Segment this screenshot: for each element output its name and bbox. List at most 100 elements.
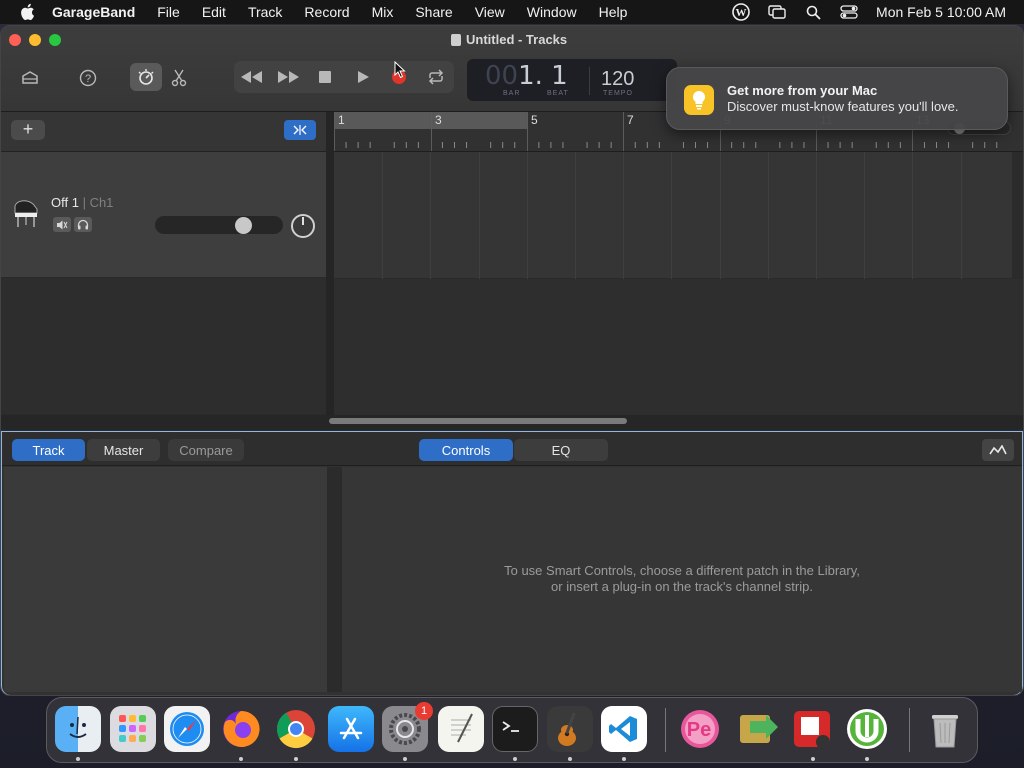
finder-icon[interactable] (55, 706, 101, 752)
smart-controls-message-line1: To use Smart Controls, choose a differen… (504, 563, 860, 578)
grid-line (575, 152, 576, 279)
window-title: Untitled - Tracks (451, 32, 567, 47)
dock-separator (665, 708, 666, 752)
region-filter-icon[interactable] (284, 120, 316, 140)
safari-icon[interactable] (164, 706, 210, 752)
dock-running-indicator (568, 757, 572, 761)
wordpress-status-icon[interactable]: W (732, 3, 750, 21)
scissors-editors-icon[interactable] (164, 64, 194, 92)
menu-share[interactable]: Share (415, 4, 452, 20)
volume-slider[interactable] (155, 216, 283, 234)
apple-logo-icon[interactable] (16, 1, 38, 23)
mute-button[interactable] (53, 217, 71, 232)
mouse-pointer-icon (394, 60, 406, 82)
menubar-clock[interactable]: Mon Feb 5 10:00 AM (876, 4, 1006, 20)
launchpad-icon[interactable] (110, 706, 156, 752)
play-button[interactable] (348, 63, 378, 91)
grid-line (719, 152, 721, 279)
tab-track[interactable]: Track (12, 439, 85, 461)
fullscreen-window-button[interactable] (49, 34, 61, 46)
tab-master[interactable]: Master (87, 439, 160, 461)
lcd-beat-label: BEAT (547, 90, 569, 97)
tracks-empty-area[interactable] (334, 279, 1023, 415)
lcd-position-leading: 00 (485, 61, 519, 91)
pan-knob[interactable] (291, 214, 315, 238)
lcd-bar-label: BAR (503, 90, 521, 97)
lcd-position-value: 1. 1 (518, 61, 568, 91)
dock-running-indicator (513, 757, 517, 761)
smart-controls-expand-icon[interactable] (982, 439, 1014, 461)
chrome-icon[interactable] (273, 706, 319, 752)
garageband-window: Untitled - Tracks ? 001. 1 BAR BEAT 120 … (0, 25, 1024, 696)
vscode-icon[interactable] (601, 706, 647, 752)
garageband-icon[interactable] (547, 706, 593, 752)
terminal-icon[interactable] (492, 706, 538, 752)
ruler-beat-ticks (345, 142, 998, 148)
lcd-position: 001. 1 (485, 61, 568, 91)
add-track-button[interactable]: + (11, 120, 45, 140)
menu-bar: GarageBand File Edit Track Record Mix Sh… (0, 0, 1024, 24)
transmit-icon[interactable] (735, 706, 781, 752)
trash-icon[interactable] (922, 706, 968, 752)
volume-slider-thumb[interactable] (234, 217, 252, 234)
track-name[interactable]: Off 1 | Ch1 (51, 195, 113, 210)
dock-running-indicator (811, 757, 815, 761)
dock-running-indicator (403, 757, 407, 761)
menu-record[interactable]: Record (304, 4, 349, 20)
firefox-icon[interactable] (218, 706, 264, 752)
preview-icon[interactable]: Pe (677, 706, 723, 752)
menu-window[interactable]: Window (527, 4, 577, 20)
fast-forward-button[interactable] (273, 63, 303, 91)
solo-headphones-icon[interactable] (74, 217, 92, 232)
ruler-bar-3: 3 (435, 113, 442, 127)
textedit-icon[interactable] (438, 706, 484, 752)
grand-piano-icon (11, 196, 41, 230)
library-button[interactable] (15, 64, 45, 92)
smart-controls-area: To use Smart Controls, choose a differen… (342, 467, 1022, 692)
notification-badge: 1 (415, 702, 433, 720)
smart-controls-button[interactable] (130, 63, 162, 91)
close-window-button[interactable] (9, 34, 21, 46)
dock-running-indicator (865, 757, 869, 761)
grid-line (623, 152, 625, 279)
spotlight-search-icon[interactable] (804, 3, 822, 21)
track-header-row[interactable]: Off 1 | Ch1 (1, 152, 326, 278)
lcd-separator (589, 67, 590, 95)
track-name-text: Off 1 (51, 195, 79, 210)
track-channel: | Ch1 (82, 195, 114, 210)
dock-running-indicator (294, 757, 298, 761)
dock-running-indicator (622, 757, 626, 761)
lcd-display[interactable]: 001. 1 BAR BEAT 120 TEMPO (467, 59, 677, 101)
menu-help[interactable]: Help (599, 4, 628, 20)
quick-help-button[interactable]: ? (73, 64, 103, 92)
utorrent-icon[interactable] (844, 706, 890, 752)
control-center-icon[interactable] (840, 3, 858, 21)
menu-mix[interactable]: Mix (372, 4, 394, 20)
horizontal-scrollbar[interactable] (329, 418, 627, 424)
app-store-icon[interactable] (328, 706, 374, 752)
photo-booth-icon[interactable] (789, 706, 835, 752)
menu-view[interactable]: View (475, 4, 505, 20)
cycle-button[interactable] (421, 63, 451, 91)
smart-controls-header: Track Master Compare Controls EQ (2, 432, 1022, 466)
rewind-button[interactable] (237, 63, 267, 91)
smart-controls-message-line2: or insert a plug-in on the track's chann… (551, 579, 813, 594)
tab-eq[interactable]: EQ (514, 439, 608, 461)
track-region-lane[interactable] (334, 152, 1012, 279)
notification-banner[interactable]: Get more from your Mac Discover must-kno… (666, 67, 1008, 130)
menu-edit[interactable]: Edit (202, 4, 226, 20)
dock-running-indicator (76, 757, 80, 761)
menu-file[interactable]: File (157, 4, 180, 20)
notification-body: Discover must-know features you'll love. (727, 99, 959, 114)
track-header-divider[interactable] (326, 112, 334, 415)
app-menu-garageband[interactable]: GarageBand (52, 4, 135, 20)
menu-track[interactable]: Track (248, 4, 282, 20)
grid-line (960, 152, 962, 279)
tab-controls[interactable]: Controls (419, 439, 513, 461)
grid-line (816, 152, 817, 279)
screen-mirroring-icon[interactable] (768, 3, 786, 21)
minimize-window-button[interactable] (29, 34, 41, 46)
grid-line (671, 152, 673, 279)
stop-button[interactable] (310, 63, 340, 91)
tab-compare[interactable]: Compare (168, 439, 244, 461)
